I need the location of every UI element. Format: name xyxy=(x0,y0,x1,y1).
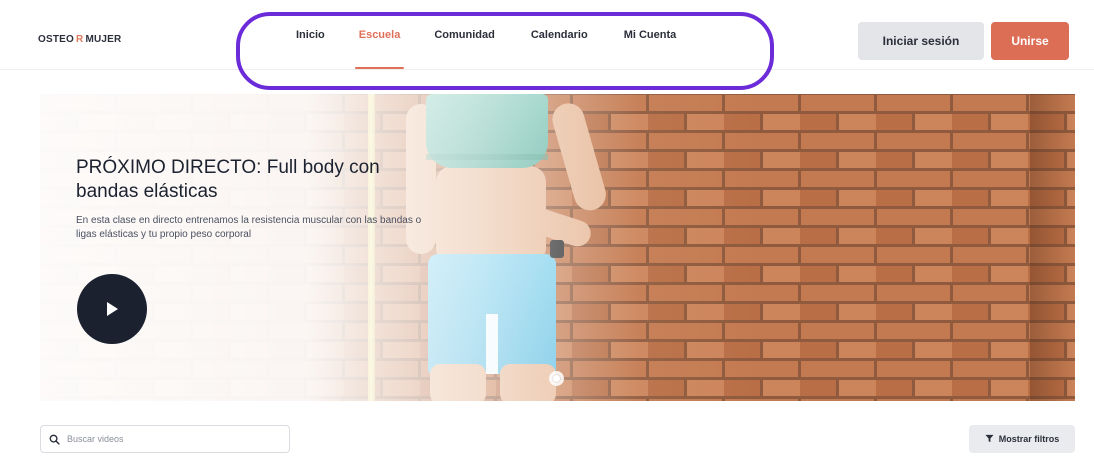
play-button[interactable] xyxy=(77,274,147,344)
nav-label: Comunidad xyxy=(434,29,495,41)
nav-item-escuela[interactable]: Escuela xyxy=(354,0,405,70)
search-icon xyxy=(41,426,67,452)
hero-banner: PRÓXIMO DIRECTO: Full body con bandas el… xyxy=(40,94,1075,401)
logo-text-right: MUJER xyxy=(85,34,122,45)
nav-item-inicio[interactable]: Inicio xyxy=(296,0,325,70)
logo-mark: R xyxy=(76,34,84,45)
logo-text-left: OSTEO xyxy=(38,34,75,45)
nav-label: Inicio xyxy=(296,29,325,41)
nav-label: Calendario xyxy=(530,29,588,41)
nav-item-comunidad[interactable]: Comunidad xyxy=(434,0,495,70)
hero-description: En esta clase en directo entrenamos la r… xyxy=(76,215,422,240)
nav-label: Escuela xyxy=(358,29,401,41)
login-button[interactable]: Iniciar sesión xyxy=(858,22,984,60)
search-box[interactable] xyxy=(40,425,290,453)
site-header: OSTEO R MUJER Inicio Escuela Comunidad C… xyxy=(0,0,1094,70)
main-nav: Inicio Escuela Comunidad Calendario Mi C… xyxy=(278,0,676,70)
hero-title: PRÓXIMO DIRECTO: Full body con bandas el… xyxy=(76,157,380,202)
site-logo[interactable]: OSTEO R MUJER xyxy=(38,34,121,45)
show-filters-button[interactable]: Mostrar filtros xyxy=(969,425,1075,453)
play-icon xyxy=(107,302,118,316)
hero-fade-overlay xyxy=(40,94,1075,401)
filter-icon xyxy=(985,434,994,445)
active-tab-indicator xyxy=(354,67,405,69)
search-input[interactable] xyxy=(67,434,277,444)
carousel-dot[interactable] xyxy=(549,371,564,386)
filters-label: Mostrar filtros xyxy=(998,434,1060,444)
join-button[interactable]: Unirse xyxy=(991,22,1069,60)
nav-label: Mi Cuenta xyxy=(623,29,677,41)
nav-item-calendario[interactable]: Calendario xyxy=(531,0,588,70)
nav-item-mi-cuenta[interactable]: Mi Cuenta xyxy=(624,0,677,70)
